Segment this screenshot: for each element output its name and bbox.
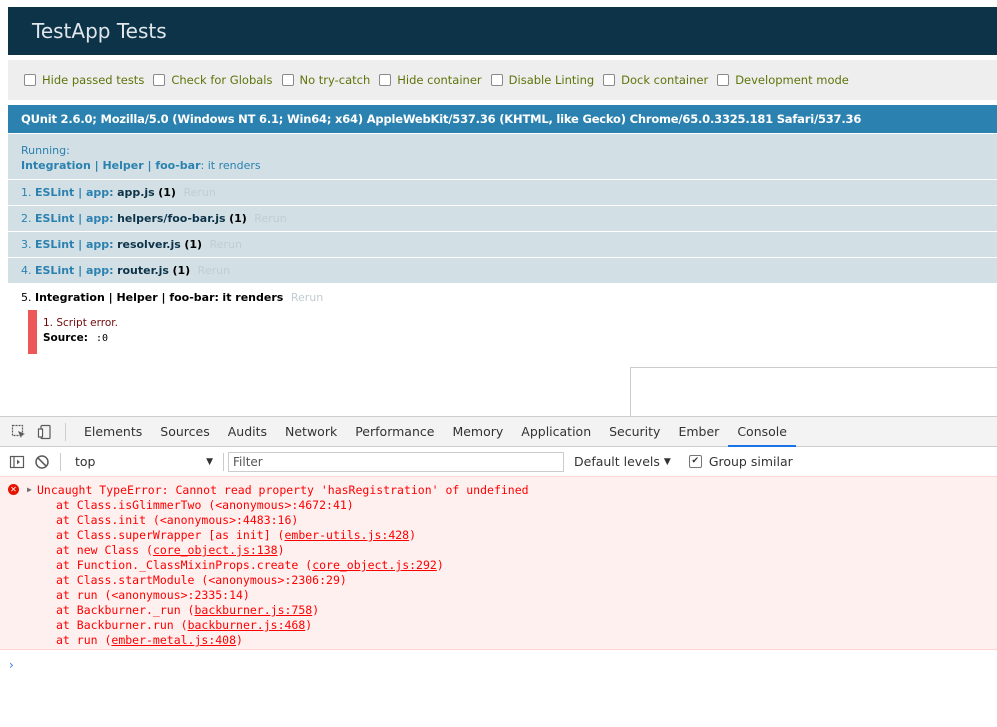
assertion-message: 1. Script error. xyxy=(43,317,118,329)
checkbox[interactable] xyxy=(717,74,730,86)
device-toolbar-icon[interactable] xyxy=(37,424,53,440)
test-module: Integration | Helper | foo-bar: xyxy=(35,291,219,304)
source-link[interactable]: ember-utils.js:428 xyxy=(284,528,409,542)
test-row[interactable]: 3. ESLint | app: resolver.js (1) Rerun xyxy=(8,232,997,257)
test-module: ESLint | app: xyxy=(35,264,114,277)
tab-network[interactable]: Network xyxy=(276,417,346,446)
divider xyxy=(65,422,66,441)
checkbox[interactable] xyxy=(603,74,616,86)
error-text: Uncaught TypeError: Cannot read property… xyxy=(37,483,529,497)
test-counts: (1) xyxy=(158,186,176,199)
test-name: it renders xyxy=(222,291,284,304)
group-similar-checkbox[interactable]: ✔ xyxy=(688,455,702,468)
inspect-element-icon[interactable] xyxy=(11,424,27,440)
test-row-failing[interactable]: 5. Integration | Helper | foo-bar: it re… xyxy=(8,284,997,312)
test-module: ESLint | app: xyxy=(35,186,114,199)
running-label: Running: xyxy=(21,144,70,157)
context-selector[interactable]: top ▼ xyxy=(69,452,219,472)
stack-frame: at new Class (core_object.js:138) xyxy=(56,543,285,557)
test-counts: (1) xyxy=(184,238,203,251)
test-container xyxy=(630,367,997,417)
stack-frame: at Class.superWrapper [as init] (ember-u… xyxy=(56,528,417,542)
toggle-disable-linting[interactable]: Disable Linting xyxy=(490,73,594,87)
rerun-link[interactable]: Rerun xyxy=(210,238,242,251)
toggle-dock-container[interactable]: Dock container xyxy=(603,73,708,87)
test-counts: (1) xyxy=(229,212,247,225)
toggle-no-try-catch[interactable]: No try-catch xyxy=(281,73,370,87)
tab-audits[interactable]: Audits xyxy=(219,417,276,446)
expand-triangle-icon[interactable]: ▶ xyxy=(27,485,32,494)
test-name: router.js xyxy=(117,264,169,277)
test-name: resolver.js xyxy=(117,238,181,251)
toggle-check-globals[interactable]: Check for Globals xyxy=(153,73,273,87)
test-module: ESLint | app: xyxy=(35,238,114,251)
user-agent-bar: QUnit 2.6.0; Mozilla/5.0 (Windows NT 6.1… xyxy=(8,105,997,133)
rerun-link[interactable]: Rerun xyxy=(291,291,323,304)
test-row[interactable]: 4. ESLint | app: router.js (1) Rerun xyxy=(8,258,997,283)
filter-input[interactable]: Filter xyxy=(228,451,564,472)
rerun-link[interactable]: Rerun xyxy=(198,264,230,277)
dropdown-arrow-icon: ▼ xyxy=(206,456,213,467)
tab-sources[interactable]: Sources xyxy=(151,417,218,446)
stack-frame: at Class.startModule (<anonymous>:2306:2… xyxy=(56,573,347,587)
toggle-hide-container[interactable]: Hide container xyxy=(379,73,482,87)
qunit-toolbar: Hide passed tests Check for Globals No t… xyxy=(8,60,997,100)
failed-assertion: 1. Script error. Source::0 xyxy=(28,310,728,354)
qunit-runner: TestApp Tests Hide passed tests Check fo… xyxy=(8,7,997,312)
stack-frame: at Backburner._run (backburner.js:758) xyxy=(56,603,320,617)
tab-security[interactable]: Security xyxy=(600,417,669,446)
test-name: app.js xyxy=(117,186,155,199)
test-module: ESLint | app: xyxy=(35,212,114,225)
divider xyxy=(223,452,224,471)
source-link[interactable]: backburner.js:758 xyxy=(194,603,312,617)
sidebar-toggle-icon[interactable] xyxy=(9,454,25,470)
toggle-hide-passed[interactable]: Hide passed tests xyxy=(24,73,144,87)
test-row[interactable]: 1. ESLint | app: app.js (1) Rerun xyxy=(8,180,997,205)
test-counts: (1) xyxy=(172,264,191,277)
checkbox[interactable] xyxy=(281,74,294,86)
divider xyxy=(60,452,61,471)
dropdown-arrow-icon: ▼ xyxy=(663,456,671,467)
devtools-panel: Elements Sources Audits Network Performa… xyxy=(0,416,997,727)
devtools-tabbar: Elements Sources Audits Network Performa… xyxy=(0,417,997,447)
console-output: ✕ ▶ Uncaught TypeError: Cannot read prop… xyxy=(0,476,997,727)
source-link[interactable]: core_object.js:138 xyxy=(153,543,278,557)
source-link[interactable]: backburner.js:468 xyxy=(188,618,306,632)
stack-frame: at Backburner.run (backburner.js:468) xyxy=(56,618,313,632)
console-error-message[interactable]: ✕ ▶ Uncaught TypeError: Cannot read prop… xyxy=(0,476,997,650)
clear-console-icon[interactable] xyxy=(34,454,50,470)
rerun-link[interactable]: Rerun xyxy=(254,212,286,225)
group-similar-label: Group similar xyxy=(708,454,793,469)
page-title[interactable]: TestApp Tests xyxy=(8,7,997,55)
checkbox[interactable] xyxy=(153,74,166,86)
stack-frame: at run (<anonymous>:2335:14) xyxy=(56,588,250,602)
source-link[interactable]: core_object.js:292 xyxy=(312,558,437,572)
console-toolbar: top ▼ Filter Default levels ▼ ✔ Group si… xyxy=(0,447,997,477)
test-result-status: Running: Integration | Helper | foo-bar:… xyxy=(8,134,997,179)
tab-console[interactable]: Console xyxy=(728,417,796,447)
test-row[interactable]: 2. ESLint | app: helpers/foo-bar.js (1) … xyxy=(8,206,997,231)
test-name: helpers/foo-bar.js xyxy=(117,212,226,225)
tab-ember[interactable]: Ember xyxy=(669,417,728,446)
checkbox[interactable] xyxy=(24,74,36,86)
error-icon: ✕ xyxy=(8,484,19,495)
source-link[interactable]: ember-metal.js:408 xyxy=(111,633,236,647)
running-test: Integration | Helper | foo-bar: it rende… xyxy=(21,159,261,172)
assertion-source: Source::0 xyxy=(43,332,109,344)
stack-frame: at Class.init (<anonymous>:4483:16) xyxy=(56,513,299,527)
tab-performance[interactable]: Performance xyxy=(346,417,443,446)
tab-memory[interactable]: Memory xyxy=(443,417,512,446)
checkbox[interactable] xyxy=(379,74,392,86)
tab-application[interactable]: Application xyxy=(512,417,600,446)
log-levels-dropdown[interactable]: Default levels ▼ xyxy=(574,454,671,469)
rerun-link[interactable]: Rerun xyxy=(183,186,215,199)
checkbox[interactable] xyxy=(490,74,503,86)
stack-frame: at Function._ClassMixinProps.create (cor… xyxy=(56,558,444,572)
toggle-development-mode[interactable]: Development mode xyxy=(717,73,849,87)
tab-elements[interactable]: Elements xyxy=(75,417,151,446)
console-prompt[interactable]: › xyxy=(9,658,14,672)
stack-frame: at Class.isGlimmerTwo (<anonymous>:4672:… xyxy=(56,498,354,512)
stack-frame: at run (ember-metal.js:408) xyxy=(56,633,243,647)
